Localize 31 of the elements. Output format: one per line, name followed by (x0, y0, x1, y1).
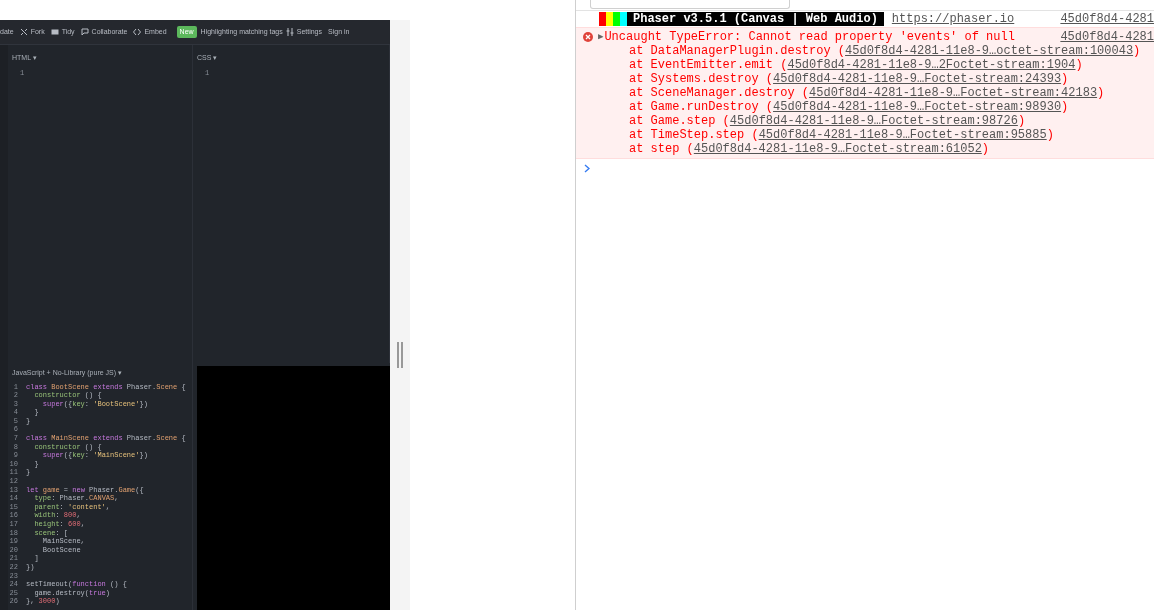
stack-frame: at step (45d0f8d4-4281-11e8-9…Foctet-stream:61052) (629, 142, 990, 156)
stack-frame: at TimeStep.step (45d0f8d4-4281-11e8-9…Foctet-stream:95885) (629, 128, 1054, 142)
error-text: Uncaught TypeError: Cannot read property 'events' of null (604, 30, 1015, 44)
stack-frame: at SceneManager.destroy (45d0f8d4-4281-11e8-9…Foctet-stream:42183) (629, 86, 1105, 100)
stack-frame: at Systems.destroy (45d0f8d4-4281-11e8-9…Foctet-stream:24393) (629, 72, 1069, 86)
source-link[interactable]: 45d0f8d4-4281-11e8-9…octet-stream:100043 (845, 44, 1134, 58)
settings-icon (285, 28, 294, 36)
stack-frame: at DataManagerPlugin.destroy (45d0f8d4-4281-11e8-9…octet-stream:100043) (629, 44, 1141, 58)
source-link[interactable]: 45d0f8d4-4281-11e8-9…Foctet-stream:95885 (758, 128, 1047, 142)
stack-frame: at EventEmitter.emit (45d0f8d4-4281-11e8-9…2Foctet-stream:1904) (629, 58, 1083, 72)
stack-frame: at Game.step (45d0f8d4-4281-11e8-9…Foctet-stream:98726) (629, 114, 1026, 128)
phaser-banner: Phaser v3.5.1 (Canvas | Web Audio) (627, 12, 884, 26)
source-link[interactable]: 45d0f8d4-4281-11e8-9…Foctet-stream:24393 (773, 72, 1062, 86)
source-link[interactable]: 45d0f8d4-4281-11e8-9…Foctet-stream:61052 (693, 142, 982, 156)
source-link[interactable]: 45d0f8d4-4281 (1060, 30, 1154, 44)
source-link[interactable]: 45d0f8d4-4281-11e8-9…Foctet-stream:42183 (809, 86, 1098, 100)
source-link[interactable]: 45d0f8d4-4281-11e8-9…Foctet-stream:98726 (729, 114, 1018, 128)
embed-icon (133, 28, 142, 36)
prompt-chevron-icon (584, 164, 590, 174)
console-filter-field[interactable] (590, 0, 790, 9)
resize-handle[interactable] (397, 342, 403, 368)
source-link[interactable]: 45d0f8d4-4281-11e8-9…2Foctet-stream:1904 (787, 58, 1076, 72)
source-link[interactable]: 45d0f8d4-4281 (1060, 12, 1154, 26)
source-link[interactable]: 45d0f8d4-4281-11e8-9…Foctet-stream:98930 (773, 100, 1062, 114)
stack-frame: at Game.runDestroy (45d0f8d4-4281-11e8-9…Foctet-stream:98930) (629, 100, 1069, 114)
error-icon (583, 32, 593, 42)
tidy-icon (50, 28, 59, 36)
collaborate-icon (80, 28, 89, 36)
fork-icon (19, 28, 28, 36)
website-link[interactable]: https://phaser.io (891, 12, 1015, 26)
expand-toggle[interactable]: ▶ (598, 30, 604, 44)
